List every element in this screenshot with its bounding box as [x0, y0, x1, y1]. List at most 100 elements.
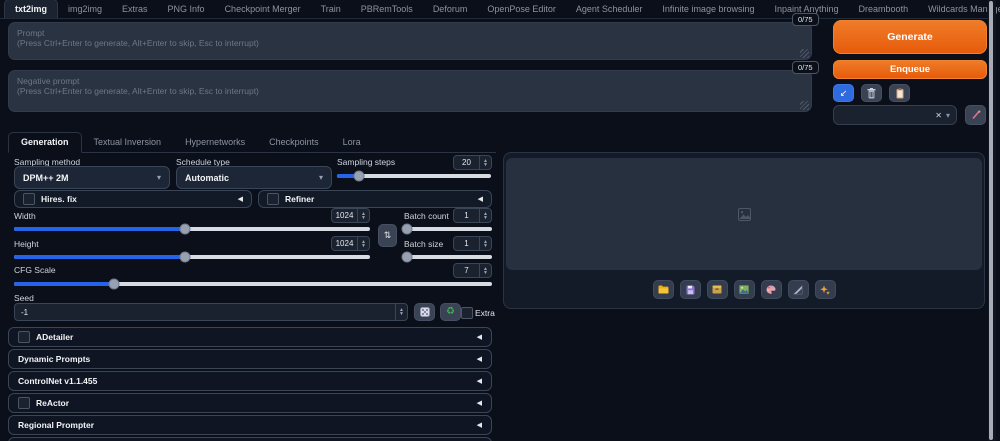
sampling-method-select[interactable]: DPM++ 2M ▾	[14, 166, 170, 189]
schedule-type-select[interactable]: Automatic ▾	[176, 166, 332, 189]
palette-icon	[766, 285, 776, 294]
page-scrollbar-thumb[interactable]	[989, 1, 993, 440]
batch-size-label: Batch size	[404, 239, 443, 249]
send-to-extras-button[interactable]	[788, 280, 809, 299]
batch-count-slider[interactable]	[402, 227, 492, 231]
tab-infinite-image-browsing[interactable]: Infinite image browsing	[652, 0, 764, 18]
tab-generation[interactable]: Generation	[8, 132, 82, 153]
cfg-scale-number[interactable]: 7 ▲▼	[453, 263, 492, 278]
reuse-seed-button[interactable]: ♻	[440, 303, 461, 321]
output-image-area[interactable]	[506, 158, 982, 270]
number-stepper[interactable]: ▲▼	[479, 264, 491, 277]
sampling-steps-slider[interactable]	[337, 174, 491, 178]
adetailer-checkbox[interactable]	[18, 331, 30, 343]
generate-button[interactable]: Generate	[833, 20, 987, 54]
ruler-icon	[793, 285, 803, 295]
slider-knob[interactable]	[179, 224, 190, 235]
height-number[interactable]: 1024 ▲▼	[331, 236, 370, 251]
slider-knob[interactable]	[109, 279, 120, 290]
width-label: Width	[14, 211, 36, 221]
number-stepper[interactable]: ▲▼	[479, 237, 491, 250]
tab-dreambooth[interactable]: Dreambooth	[849, 0, 919, 18]
negative-prompt-input[interactable]	[8, 70, 812, 112]
clear-prompt-button[interactable]	[861, 84, 882, 102]
tab-extras[interactable]: Extras	[112, 0, 158, 18]
collapse-arrow-icon: ◀	[477, 377, 482, 385]
slider-knob[interactable]	[401, 252, 412, 263]
tab-deforum[interactable]: Deforum	[423, 0, 478, 18]
slider-fill	[14, 255, 185, 259]
negative-prompt-resize-handle[interactable]	[800, 101, 809, 110]
hires-fix-checkbox[interactable]	[23, 193, 35, 205]
width-number[interactable]: 1024 ▲▼	[331, 208, 370, 223]
paste-button[interactable]: ↙	[833, 84, 854, 102]
slider-knob[interactable]	[401, 224, 412, 235]
accordion-reactor[interactable]: ReActor ◀	[8, 393, 492, 413]
tab-checkpoint-merger[interactable]: Checkpoint Merger	[215, 0, 311, 18]
tab-img2img[interactable]: img2img	[58, 0, 112, 18]
slider-knob[interactable]	[179, 252, 190, 263]
archive-icon	[712, 285, 722, 294]
generation-tab-bar: Generation Textual Inversion Hypernetwor…	[8, 133, 496, 153]
batch-size-number[interactable]: 1 ▲▼	[453, 236, 492, 251]
number-stepper[interactable]: ▲▼	[357, 209, 369, 222]
apply-styles-button[interactable]	[889, 84, 910, 102]
seed-extra-checkbox[interactable]	[461, 307, 473, 319]
tab-checkpoints[interactable]: Checkpoints	[257, 133, 331, 152]
number-stepper[interactable]: ▲▼	[479, 156, 491, 169]
width-slider[interactable]	[14, 227, 370, 231]
height-slider[interactable]	[14, 255, 370, 259]
height-value: 1024	[332, 237, 357, 250]
sampling-steps-number[interactable]: 20 ▲▼	[453, 155, 492, 170]
number-stepper[interactable]: ▲▼	[395, 304, 407, 320]
number-stepper[interactable]: ▲▼	[479, 209, 491, 222]
swap-dimensions-icon: ⇅	[384, 230, 392, 241]
prompt-token-counter: 0/75	[792, 13, 819, 26]
batch-count-number[interactable]: 1 ▲▼	[453, 208, 492, 223]
top-tab-bar: txt2img img2img Extras PNG Info Checkpoi…	[0, 0, 994, 19]
batch-size-slider[interactable]	[402, 255, 492, 259]
hires-fix-accordion[interactable]: Hires. fix ◀	[14, 190, 252, 208]
tab-png-info[interactable]: PNG Info	[158, 0, 215, 18]
send-to-img2img-button[interactable]	[734, 280, 755, 299]
accordion-dynamic-prompts[interactable]: Dynamic Prompts ◀	[8, 349, 492, 369]
paste-icon: ↙	[840, 88, 848, 99]
accordion-adetailer[interactable]: ADetailer ◀	[8, 327, 492, 347]
accordion-regional-prompter[interactable]: Regional Prompter ◀	[8, 415, 492, 435]
accordion-controlnet[interactable]: ControlNet v1.1.455 ◀	[8, 371, 492, 391]
styles-dropdown[interactable]: ✕ ▾	[833, 105, 957, 125]
chevron-down-icon: ▾	[946, 111, 950, 120]
save-zip-button[interactable]	[707, 280, 728, 299]
accordion-label: ADetailer	[36, 332, 471, 342]
prompt-resize-handle[interactable]	[800, 49, 809, 58]
swap-dimensions-button[interactable]: ⇅	[378, 224, 397, 247]
refiner-accordion[interactable]: Refiner ◀	[258, 190, 492, 208]
tab-train[interactable]: Train	[311, 0, 351, 18]
collapse-arrow-icon: ◀	[478, 195, 483, 203]
send-to-inpaint-button[interactable]	[761, 280, 782, 299]
batch-size-value: 1	[454, 237, 479, 250]
number-stepper[interactable]: ▲▼	[357, 237, 369, 250]
quick-buttons-row: ↙	[833, 84, 910, 102]
prompt-input[interactable]	[8, 22, 812, 60]
enqueue-button[interactable]: Enqueue	[833, 60, 987, 79]
refiner-checkbox[interactable]	[267, 193, 279, 205]
tab-agent-scheduler[interactable]: Agent Scheduler	[566, 0, 653, 18]
cfg-scale-slider[interactable]	[14, 282, 492, 286]
edit-styles-button[interactable]	[965, 105, 986, 125]
tab-openpose-editor[interactable]: OpenPose Editor	[477, 0, 566, 18]
reactor-checkbox[interactable]	[18, 397, 30, 409]
upscale-button[interactable]	[815, 280, 836, 299]
slider-knob[interactable]	[353, 171, 364, 182]
accordion-partial[interactable]	[8, 437, 492, 441]
save-image-button[interactable]	[680, 280, 701, 299]
tab-txt2img[interactable]: txt2img	[4, 0, 58, 18]
seed-input[interactable]: -1 ▲▼	[14, 303, 408, 321]
styles-clear-icon[interactable]: ✕	[935, 111, 942, 120]
open-folder-button[interactable]	[653, 280, 674, 299]
tab-textual-inversion[interactable]: Textual Inversion	[82, 133, 174, 152]
tab-pbremtools[interactable]: PBRemTools	[351, 0, 423, 18]
tab-lora[interactable]: Lora	[331, 133, 373, 152]
tab-hypernetworks[interactable]: Hypernetworks	[173, 133, 257, 152]
random-seed-button[interactable]	[414, 303, 435, 321]
